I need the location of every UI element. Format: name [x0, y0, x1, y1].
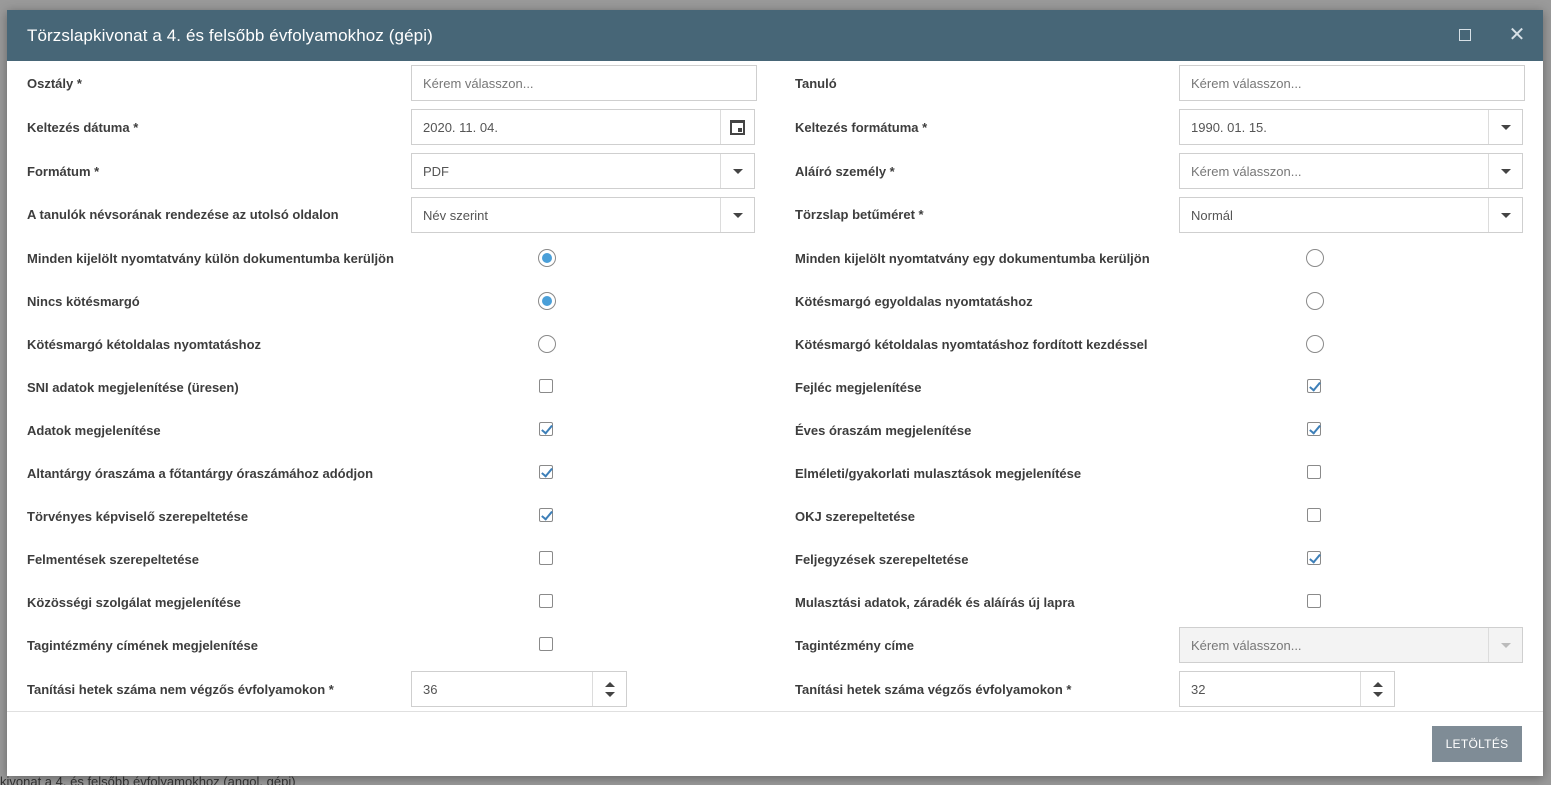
number-stepper-icon[interactable]	[592, 672, 626, 706]
tagintezmeny-cimenek-label: Tagintézmény címének megjelenítése	[27, 638, 258, 653]
sni-checkbox[interactable]	[539, 379, 553, 393]
tanulo-label: Tanuló	[795, 76, 837, 91]
download-button[interactable]: LETÖLTÉS	[1432, 726, 1522, 762]
print-dialog: Törzslapkivonat a 4. és felsőbb évfolyam…	[7, 10, 1543, 776]
fejlec-label: Fejléc megjelenítése	[795, 380, 922, 395]
keltezes-datuma-value: 2020. 11. 04.	[423, 119, 498, 135]
keltezes-datuma-label: Keltezés dátuma *	[27, 120, 139, 135]
adatok-label: Adatok megjelenítése	[27, 423, 161, 438]
tagintezmeny-cime-select[interactable]: Kérem válasszon...	[1179, 627, 1523, 663]
elmeleti-label: Elméleti/gyakorlati mulasztások megjelen…	[795, 466, 1082, 481]
nincs-margo-radio[interactable]	[538, 292, 556, 310]
formatum-value: PDF	[423, 163, 449, 179]
formatum-select[interactable]: PDF	[411, 153, 755, 189]
chevron-down-icon[interactable]	[720, 154, 754, 188]
alairo-value: Kérem válasszon...	[1191, 163, 1302, 179]
rendezes-label: A tanulók névsorának rendezése az utolsó…	[27, 207, 339, 222]
tagintezmeny-cime-value: Kérem válasszon...	[1191, 637, 1302, 653]
elmeleti-checkbox[interactable]	[1307, 465, 1321, 479]
okj-label: OKJ szerepeltetése	[795, 509, 915, 524]
margo-egyoldalas-label: Kötésmargó egyoldalas nyomtatáshoz	[795, 294, 1033, 309]
osztaly-select[interactable]: Kérem válasszon...	[411, 65, 757, 101]
keltezes-formatuma-label: Keltezés formátuma *	[795, 120, 928, 135]
fejlec-checkbox[interactable]	[1307, 379, 1321, 393]
osztaly-value: Kérem válasszon...	[423, 75, 534, 91]
kulon-dok-radio[interactable]	[538, 249, 556, 267]
keltezes-formatuma-value: 1990. 01. 15.	[1191, 119, 1267, 135]
tanulo-value: Kérem válasszon...	[1191, 75, 1302, 91]
mulasztasi-label: Mulasztási adatok, záradék és aláírás új…	[795, 595, 1075, 610]
feljegyzesek-checkbox[interactable]	[1307, 551, 1321, 565]
felmentesek-label: Felmentések szerepeltetése	[27, 552, 199, 567]
dialog-body: Osztály * Kérem válasszon... Tanuló Kére…	[7, 61, 1543, 712]
betumeret-label: Törzslap betűméret *	[795, 207, 924, 222]
tanulo-select[interactable]: Kérem válasszon...	[1179, 65, 1525, 101]
chevron-down-icon[interactable]	[1488, 154, 1522, 188]
egy-dok-radio[interactable]	[1306, 249, 1324, 267]
calendar-icon[interactable]	[720, 110, 754, 144]
eves-oraszam-checkbox[interactable]	[1307, 422, 1321, 436]
torvenyes-checkbox[interactable]	[539, 508, 553, 522]
formatum-label: Formátum *	[27, 164, 100, 179]
margo-ketoldalas-forditott-label: Kötésmargó kétoldalas nyomtatáshoz fordí…	[795, 337, 1148, 352]
tagintezmeny-cimenek-checkbox[interactable]	[539, 637, 553, 651]
torvenyes-label: Törvényes képviselő szerepeltetése	[27, 509, 249, 524]
alairo-label: Aláíró személy *	[795, 164, 895, 179]
chevron-down-icon[interactable]	[1488, 110, 1522, 144]
chevron-down-icon	[1488, 628, 1522, 662]
mulasztasi-checkbox[interactable]	[1307, 594, 1321, 608]
keltezes-datuma-input[interactable]: 2020. 11. 04.	[411, 109, 755, 145]
margo-ketoldalas-forditott-radio[interactable]	[1306, 335, 1324, 353]
hetek-nem-vegzos-value: 36	[423, 681, 438, 697]
felmentesek-checkbox[interactable]	[539, 551, 553, 565]
nincs-margo-label: Nincs kötésmargó	[27, 294, 140, 309]
hetek-vegzos-input[interactable]: 32	[1179, 671, 1395, 707]
hetek-vegzos-value: 32	[1191, 681, 1206, 697]
altantargy-checkbox[interactable]	[539, 465, 553, 479]
rendezes-value: Név szerint	[423, 207, 489, 223]
rendezes-select[interactable]: Név szerint	[411, 197, 755, 233]
hetek-vegzos-label: Tanítási hetek száma végzős évfolyamokon…	[795, 682, 1072, 697]
margo-egyoldalas-radio[interactable]	[1306, 292, 1324, 310]
alairo-select[interactable]: Kérem válasszon...	[1179, 153, 1523, 189]
dialog-footer: LETÖLTÉS	[7, 711, 1543, 776]
hetek-nem-vegzos-label: Tanítási hetek száma nem végzős évfolyam…	[27, 682, 334, 697]
betumeret-select[interactable]: Normál	[1179, 197, 1523, 233]
betumeret-value: Normál	[1191, 207, 1233, 223]
hetek-nem-vegzos-input[interactable]: 36	[411, 671, 627, 707]
egy-dok-label: Minden kijelölt nyomtatvány egy dokument…	[795, 251, 1150, 266]
okj-checkbox[interactable]	[1307, 508, 1321, 522]
tagintezmeny-cime-label: Tagintézmény címe	[795, 638, 914, 653]
kozossegi-label: Közösségi szolgálat megjelenítése	[27, 595, 241, 610]
dialog-header: Törzslapkivonat a 4. és felsőbb évfolyam…	[7, 10, 1543, 61]
close-icon[interactable]: ✕	[1507, 25, 1527, 45]
margo-ketoldalas-radio[interactable]	[538, 335, 556, 353]
kozossegi-checkbox[interactable]	[539, 594, 553, 608]
feljegyzesek-label: Feljegyzések szerepeltetése	[795, 552, 969, 567]
keltezes-formatuma-select[interactable]: 1990. 01. 15.	[1179, 109, 1523, 145]
maximize-icon[interactable]	[1455, 25, 1475, 45]
number-stepper-icon[interactable]	[1360, 672, 1394, 706]
osztaly-label: Osztály *	[27, 76, 82, 91]
chevron-down-icon[interactable]	[720, 198, 754, 232]
eves-oraszam-label: Éves óraszám megjelenítése	[795, 423, 972, 438]
margo-ketoldalas-label: Kötésmargó kétoldalas nyomtatáshoz	[27, 337, 262, 352]
chevron-down-icon[interactable]	[1488, 198, 1522, 232]
kulon-dok-label: Minden kijelölt nyomtatvány külön dokume…	[27, 251, 394, 266]
dialog-title: Törzslapkivonat a 4. és felsőbb évfolyam…	[27, 25, 433, 45]
altantargy-label: Altantárgy óraszáma a főtantárgy óraszám…	[27, 466, 374, 481]
sni-label: SNI adatok megjelenítése (üresen)	[27, 380, 239, 395]
adatok-checkbox[interactable]	[539, 422, 553, 436]
